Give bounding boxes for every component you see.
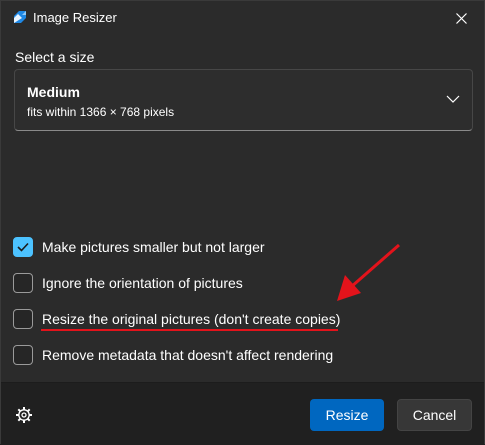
remove-metadata-checkbox[interactable] [13,345,33,365]
option-resize-originals[interactable]: Resize the original pictures (don't crea… [13,308,340,330]
dialog-footer: Resize Cancel [1,382,484,445]
resize-originals-checkbox[interactable] [13,309,33,329]
ignore-orientation-label: Ignore the orientation of pictures [42,275,243,291]
make-smaller-label: Make pictures smaller but not larger [42,239,265,255]
option-make-smaller[interactable]: Make pictures smaller but not larger [13,236,265,258]
ignore-orientation-checkbox[interactable] [13,273,33,293]
checkmark-icon [17,242,29,252]
resize-originals-label: Resize the original pictures (don't crea… [42,311,341,327]
cancel-button[interactable]: Cancel [397,399,472,431]
option-ignore-orientation[interactable]: Ignore the orientation of pictures [13,272,243,294]
resize-button[interactable]: Resize [310,399,384,431]
red-underline-annotation [41,329,338,331]
remove-metadata-label: Remove metadata that doesn't affect rend… [42,347,334,363]
window-title: Image Resizer [33,10,117,25]
selected-size-description: fits within 1366 × 768 pixels [27,105,175,119]
image-resizer-icon [14,11,26,23]
size-dropdown[interactable]: Medium fits within 1366 × 768 pixels [14,69,473,131]
gear-icon[interactable] [15,406,33,424]
red-arrow-annotation [337,243,400,301]
selected-size-name: Medium [27,84,80,100]
close-button[interactable] [438,1,484,35]
close-icon [455,12,467,24]
title-bar: Image Resizer [1,1,484,35]
image-resizer-window: Image Resizer Select a size Medium fits … [0,0,485,445]
chevron-down-icon [446,95,460,103]
select-size-label: Select a size [15,49,95,65]
make-smaller-checkbox[interactable] [13,237,33,257]
option-remove-metadata[interactable]: Remove metadata that doesn't affect rend… [13,344,333,366]
